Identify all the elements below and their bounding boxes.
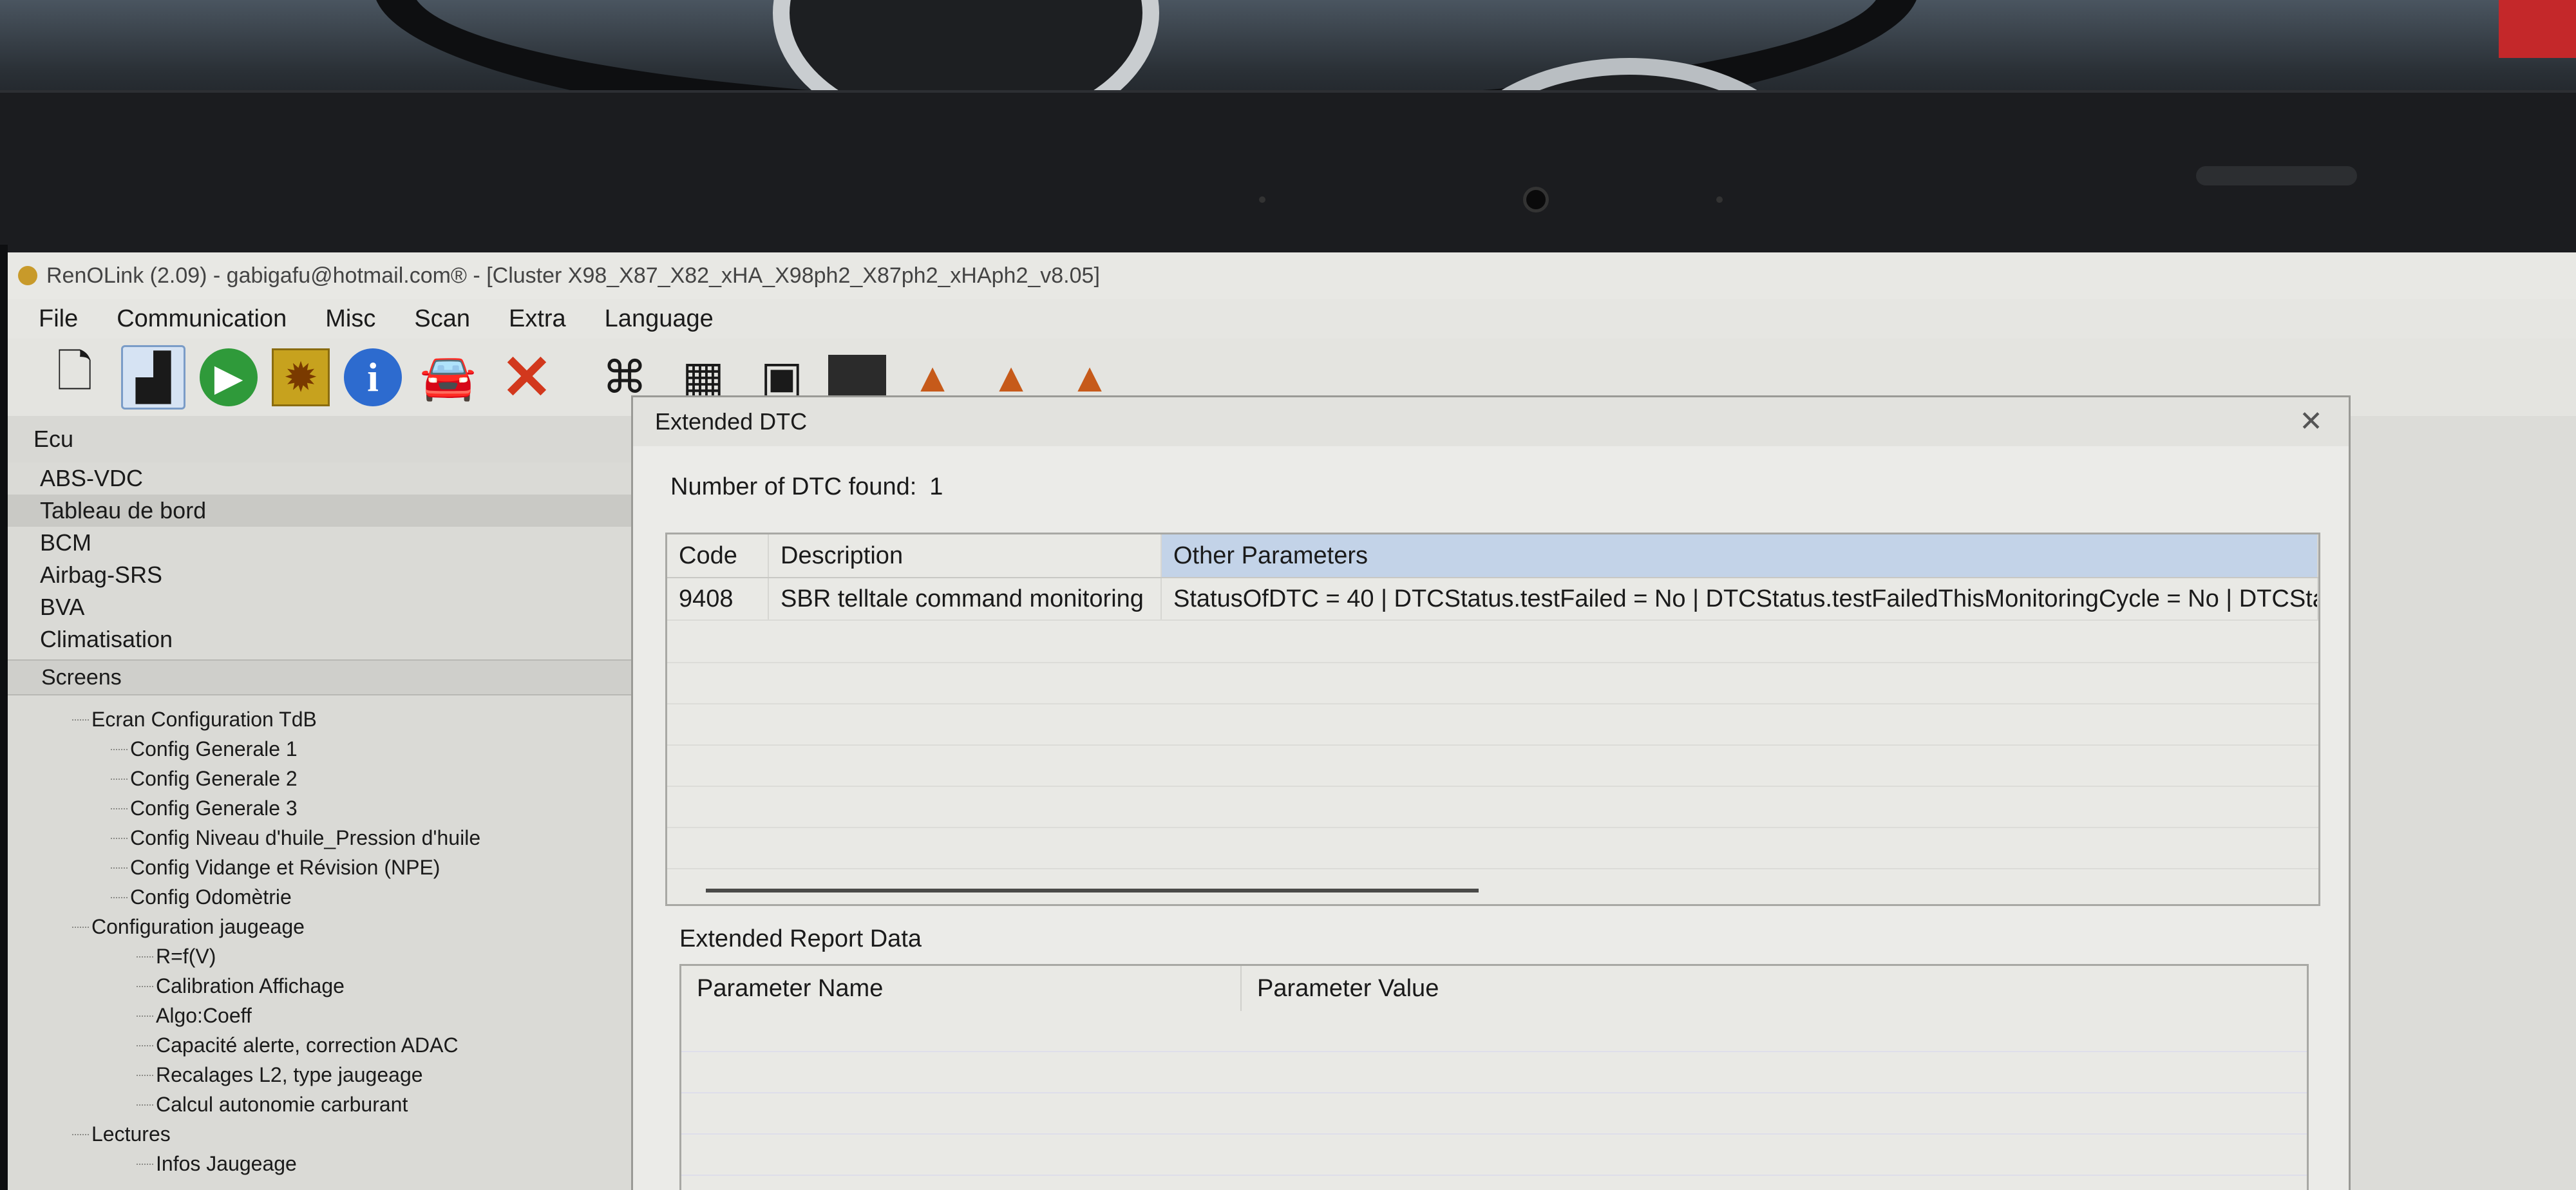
extended-report-label: Extended Report Data [679, 925, 922, 952]
ecu-item-tableau-de-bord[interactable]: Tableau de bord [8, 495, 633, 527]
tree-item[interactable]: Calibration Affichage [8, 971, 633, 1001]
menu-file[interactable]: File [39, 305, 78, 333]
screens-panel-header: Screens [8, 659, 633, 695]
tree-item[interactable]: Config Generale 1 [8, 734, 633, 764]
red-trim-accent [2499, 0, 2576, 58]
horizontal-scrollbar[interactable] [706, 889, 1479, 892]
column-header-code[interactable]: Code [667, 534, 769, 577]
ecu-item-airbag-srs[interactable]: Airbag-SRS [8, 559, 633, 591]
folder-icon[interactable] [828, 355, 886, 400]
car-scan-icon[interactable]: 🚘 [416, 345, 480, 410]
menu-misc[interactable]: Misc [325, 305, 375, 333]
dialog-title: Extended DTC [655, 408, 808, 435]
menu-communication[interactable]: Communication [117, 305, 287, 333]
tree-item[interactable]: Configuration jaugeage [8, 912, 633, 941]
dtc-code-cell: 9408 [667, 578, 769, 619]
dtc-table: Code Description Other Parameters 9408 S… [665, 533, 2320, 906]
new-file-icon[interactable]: 🗋 [43, 345, 107, 410]
menu-bar: File Communication Misc Scan Extra Langu… [8, 299, 2576, 339]
tree-item[interactable]: Config Generale 2 [8, 764, 633, 793]
bezel-sensor-dot [1716, 196, 1723, 203]
extended-report-table: Parameter Name Parameter Value [679, 964, 2309, 1190]
menu-scan[interactable]: Scan [414, 305, 470, 333]
laptop-latch [2196, 166, 2357, 185]
column-header-description[interactable]: Description [769, 534, 1162, 577]
ecu-item-bcm[interactable]: BCM [8, 527, 633, 559]
dtc-other-parameters-cell: StatusOfDTC = 40 | DTCStatus.testFailed … [1162, 578, 2318, 619]
menu-extra[interactable]: Extra [509, 305, 566, 333]
tree-item[interactable]: Algo:Coeff [8, 1001, 633, 1030]
webcam-icon [1523, 187, 1549, 212]
dtc-description-cell: SBR telltale command monitoring [769, 578, 1162, 619]
empty-table-rows [667, 622, 2318, 904]
column-header-parameter-value[interactable]: Parameter Value [1242, 966, 2307, 1011]
column-header-other-parameters[interactable]: Other Parameters [1162, 534, 2318, 577]
tree-item[interactable]: Capacité alerte, correction ADAC [8, 1030, 633, 1060]
tree-item[interactable]: Config Odomètrie [8, 882, 633, 912]
table-row[interactable]: 9408 SBR telltale command monitoring Sta… [667, 578, 2318, 621]
tree-item[interactable]: Config Niveau d'huile_Pression d'huile [8, 823, 633, 853]
stop-icon[interactable]: ✕ [495, 343, 559, 412]
tree-item[interactable]: Lectures [8, 1119, 633, 1149]
report-table-header: Parameter Name Parameter Value [681, 966, 2307, 1011]
window-title: RenOLink (2.09) - gabigafu@hotmail.com® … [46, 263, 1100, 288]
column-header-parameter-name[interactable]: Parameter Name [681, 966, 1242, 1011]
dtc-table-header: Code Description Other Parameters [667, 534, 2318, 578]
ecu-item-bva[interactable]: BVA [8, 591, 633, 623]
ecu-item-climatisation[interactable]: Climatisation [8, 623, 633, 656]
close-icon[interactable]: ✕ [2299, 405, 2323, 438]
empty-report-rows [681, 1011, 2307, 1190]
window-titlebar: RenOLink (2.09) - gabigafu@hotmail.com® … [8, 252, 2576, 299]
dtc-count: Number of DTC found: 1 [670, 473, 943, 501]
tree-item[interactable]: Recalages L2, type jaugeage [8, 1060, 633, 1090]
laptop-edge [0, 245, 8, 1190]
dtc-count-label: Number of DTC found: [670, 473, 917, 500]
left-panel: Ecu ABS-VDC Tableau de bord BCM Airbag-S… [8, 416, 636, 1190]
dtc-count-value: 1 [929, 473, 943, 500]
bezel-sensor-dot [1259, 196, 1265, 203]
tree-item[interactable]: Calcul autonomie carburant [8, 1090, 633, 1119]
play-icon[interactable]: ▶ [200, 348, 258, 406]
renolink-app-icon [18, 266, 37, 285]
menu-language[interactable]: Language [605, 305, 714, 333]
screens-tree: Ecran Configuration TdB Config Generale … [8, 695, 633, 1178]
stairs-icon[interactable]: ▟ [121, 345, 185, 410]
ecu-panel-header: Ecu [8, 416, 633, 462]
dialog-titlebar: Extended DTC ✕ [633, 397, 2349, 446]
extended-dtc-dialog: Extended DTC ✕ Number of DTC found: 1 Co… [631, 395, 2351, 1190]
tree-item[interactable]: R=f(V) [8, 941, 633, 971]
tree-item[interactable]: Infos Jaugeage [8, 1149, 633, 1178]
ecu-item-abs-vdc[interactable]: ABS-VDC [8, 462, 633, 495]
gear-icon[interactable]: ✹ [272, 348, 330, 406]
info-icon[interactable]: i [344, 348, 402, 406]
tree-item[interactable]: Ecran Configuration TdB [8, 704, 633, 734]
tree-item[interactable]: Config Generale 3 [8, 793, 633, 823]
laptop-screen: RenOLink (2.09) - gabigafu@hotmail.com® … [8, 252, 2576, 1190]
tree-item[interactable]: Config Vidange et Révision (NPE) [8, 853, 633, 882]
